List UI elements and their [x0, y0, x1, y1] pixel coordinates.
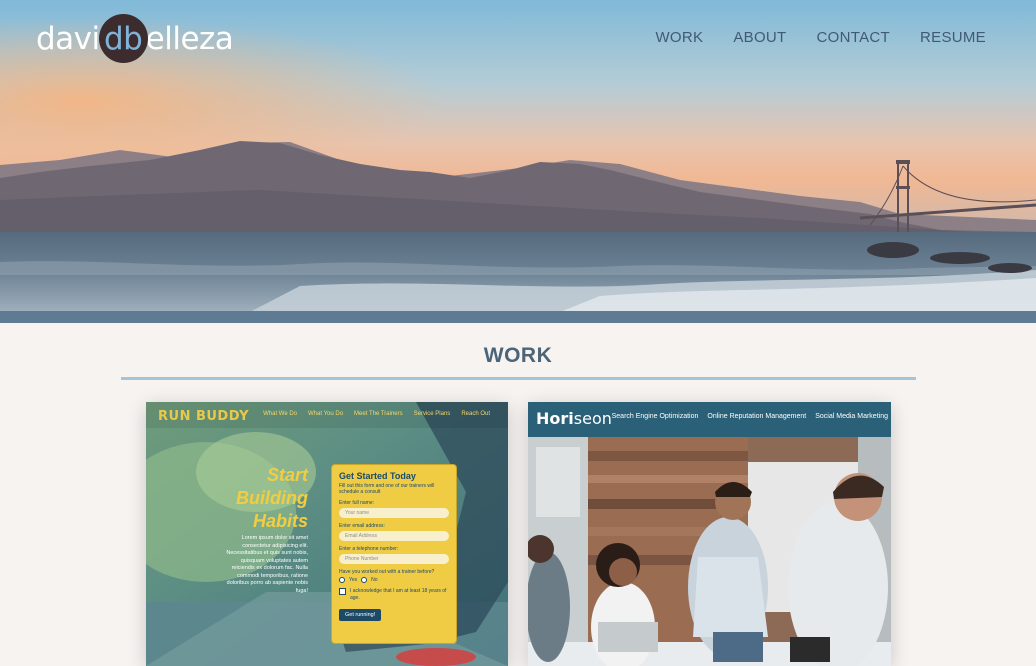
form-label-phone: Enter a telephone number: — [339, 546, 399, 552]
project-card-run-buddy[interactable]: RUN BUDDY What We Do What You Do Meet Th… — [146, 402, 508, 666]
run-buddy-headline: Start Building Habits — [226, 464, 308, 533]
form-question: Have you worked out with a trainer befor… — [339, 569, 435, 575]
logo-text-left: davi — [36, 21, 100, 57]
headline-line: Start — [266, 465, 308, 485]
horiseon-nav: Search Engine Optimization Online Reputa… — [612, 413, 888, 420]
form-input-phone: Phone Number — [339, 554, 449, 564]
logo-text-right: elleza — [145, 21, 234, 57]
ack-checkbox — [339, 588, 346, 595]
form-input-name: Your name — [339, 508, 449, 518]
radio-no-label: No — [371, 577, 378, 583]
nav-link-resume[interactable]: RESUME — [920, 28, 986, 48]
form-input-email: Email Address — [339, 531, 449, 541]
logo-initials: db — [103, 21, 143, 57]
form-subtitle: Fill out this form and one of our traine… — [339, 483, 435, 495]
horiseon-nav-item: Online Reputation Management — [707, 413, 807, 420]
form-ack: I acknowledge that I am at least 18 year… — [339, 588, 449, 602]
form-title: Get Started Today — [339, 471, 416, 481]
form-label-name: Enter full name: — [339, 500, 375, 506]
horiseon-logo-b: seon — [573, 409, 612, 428]
horiseon-nav-item: Social Media Marketing — [815, 413, 888, 420]
run-buddy-nav: What We Do What You Do Meet The Trainers… — [263, 411, 490, 417]
project-card-horiseon[interactable]: Horiseon Search Engine Optimization Onli… — [528, 402, 891, 666]
run-buddy-copy: Lorem ipsum dolor sit amet consectetur a… — [226, 535, 308, 594]
run-buddy-nav-item: What We Do — [263, 411, 298, 417]
run-buddy-logo: RUN BUDDY — [158, 409, 249, 424]
horiseon-header: Horiseon Search Engine Optimization Onli… — [528, 402, 891, 437]
run-buddy-nav-item: What You Do — [308, 411, 344, 417]
radio-yes — [339, 577, 345, 583]
nav-link-contact[interactable]: CONTACT — [817, 28, 890, 48]
work-section-title: WORK — [483, 344, 553, 367]
run-buddy-form: Get Started Today Fill out this form and… — [331, 464, 457, 644]
site-logo[interactable]: davi db elleza — [36, 14, 234, 64]
run-buddy-nav-item: Meet The Trainers — [354, 411, 403, 417]
form-radio-group: Yes No — [339, 577, 449, 583]
headline-line: Building — [236, 488, 308, 508]
ack-label: I acknowledge that I am at least 18 year… — [350, 588, 447, 601]
horiseon-logo-a: Hori — [536, 409, 574, 428]
radio-yes-label: Yes — [349, 577, 358, 583]
nav-link-about[interactable]: ABOUT — [733, 28, 786, 48]
headline-line: Habits — [252, 511, 308, 531]
form-label-email: Enter email address: — [339, 523, 385, 529]
horiseon-nav-item: Search Engine Optimization — [611, 413, 699, 420]
nav-link-work[interactable]: WORK — [655, 28, 703, 48]
run-buddy-nav-item: Service Plans — [413, 411, 451, 417]
form-submit-button: Get running! — [339, 609, 382, 621]
horiseon-hero-photo — [528, 437, 891, 666]
horiseon-logo: Horiseon — [536, 409, 612, 428]
work-title-underline — [121, 377, 916, 380]
main-nav: WORK ABOUT CONTACT RESUME — [655, 28, 986, 48]
logo-badge: db — [98, 14, 148, 64]
hero-banner: davi db elleza WORK ABOUT CONTACT RESUME — [0, 0, 1036, 323]
hero-bottom-band — [0, 311, 1036, 323]
run-buddy-nav-item: Reach Out — [461, 411, 490, 417]
radio-no — [361, 577, 368, 583]
